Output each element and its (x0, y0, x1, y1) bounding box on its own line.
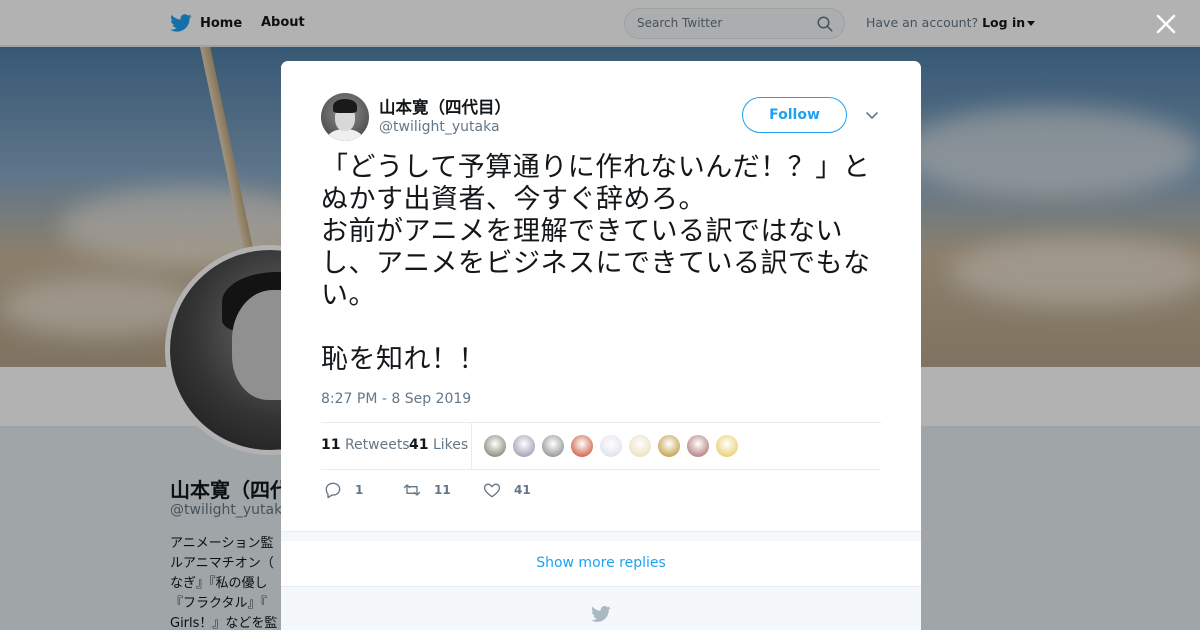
retweets-count: 11 (321, 437, 341, 453)
like-button[interactable]: 41 (482, 480, 531, 500)
liker-avatar[interactable] (599, 434, 623, 458)
liker-avatar[interactable] (541, 434, 565, 458)
liker-avatar[interactable] (715, 434, 739, 458)
liker-avatar[interactable] (657, 434, 681, 458)
reply-count: 1 (355, 483, 364, 497)
tweet-actions: 1 11 41 (321, 480, 881, 502)
liker-avatar[interactable] (686, 434, 710, 458)
likes-label: Likes (432, 437, 469, 453)
liker-avatar[interactable] (512, 434, 536, 458)
heart-icon (483, 483, 501, 498)
retweet-button[interactable]: 11 (402, 480, 451, 500)
tweet-timestamp[interactable]: 8:27 PM - 8 Sep 2019 (321, 391, 471, 407)
tweet-modal: 山本寛（四代目） @twilight_yutaka Follow 「どうして予算… (281, 61, 921, 630)
liker-avatar[interactable] (570, 434, 594, 458)
tweet-stats: 11 Retweets 41 Likes (321, 422, 881, 470)
like-count: 41 (514, 483, 531, 497)
tweet-text: 「どうして予算通りに作れないんだ！？」とぬかす出資者、今すぐ辞めろ。 お前がアニ… (321, 152, 871, 375)
liker-avatar[interactable] (483, 434, 507, 458)
reply-icon (325, 482, 341, 499)
retweet-icon (403, 484, 421, 496)
modal-footer (281, 587, 921, 630)
retweets-stat[interactable]: 11 Retweets (321, 437, 410, 453)
follow-button[interactable]: Follow (742, 97, 847, 133)
retweets-label: Retweets (344, 437, 410, 453)
close-icon[interactable] (1152, 10, 1180, 38)
likes-stat[interactable]: 41 Likes (409, 437, 468, 453)
author-name[interactable]: 山本寛（四代目） (379, 94, 511, 118)
retweet-count: 11 (434, 483, 451, 497)
twitter-bird-icon (591, 606, 611, 622)
likes-count: 41 (409, 437, 429, 453)
author-avatar[interactable] (321, 93, 369, 141)
show-more-replies-link[interactable]: Show more replies (281, 541, 921, 587)
author-handle[interactable]: @twilight_yutaka (379, 119, 500, 135)
section-divider (281, 531, 921, 541)
liker-avatars (483, 434, 739, 458)
liker-avatar[interactable] (628, 434, 652, 458)
reply-button[interactable]: 1 (323, 480, 363, 500)
chevron-down-icon[interactable] (864, 108, 880, 124)
